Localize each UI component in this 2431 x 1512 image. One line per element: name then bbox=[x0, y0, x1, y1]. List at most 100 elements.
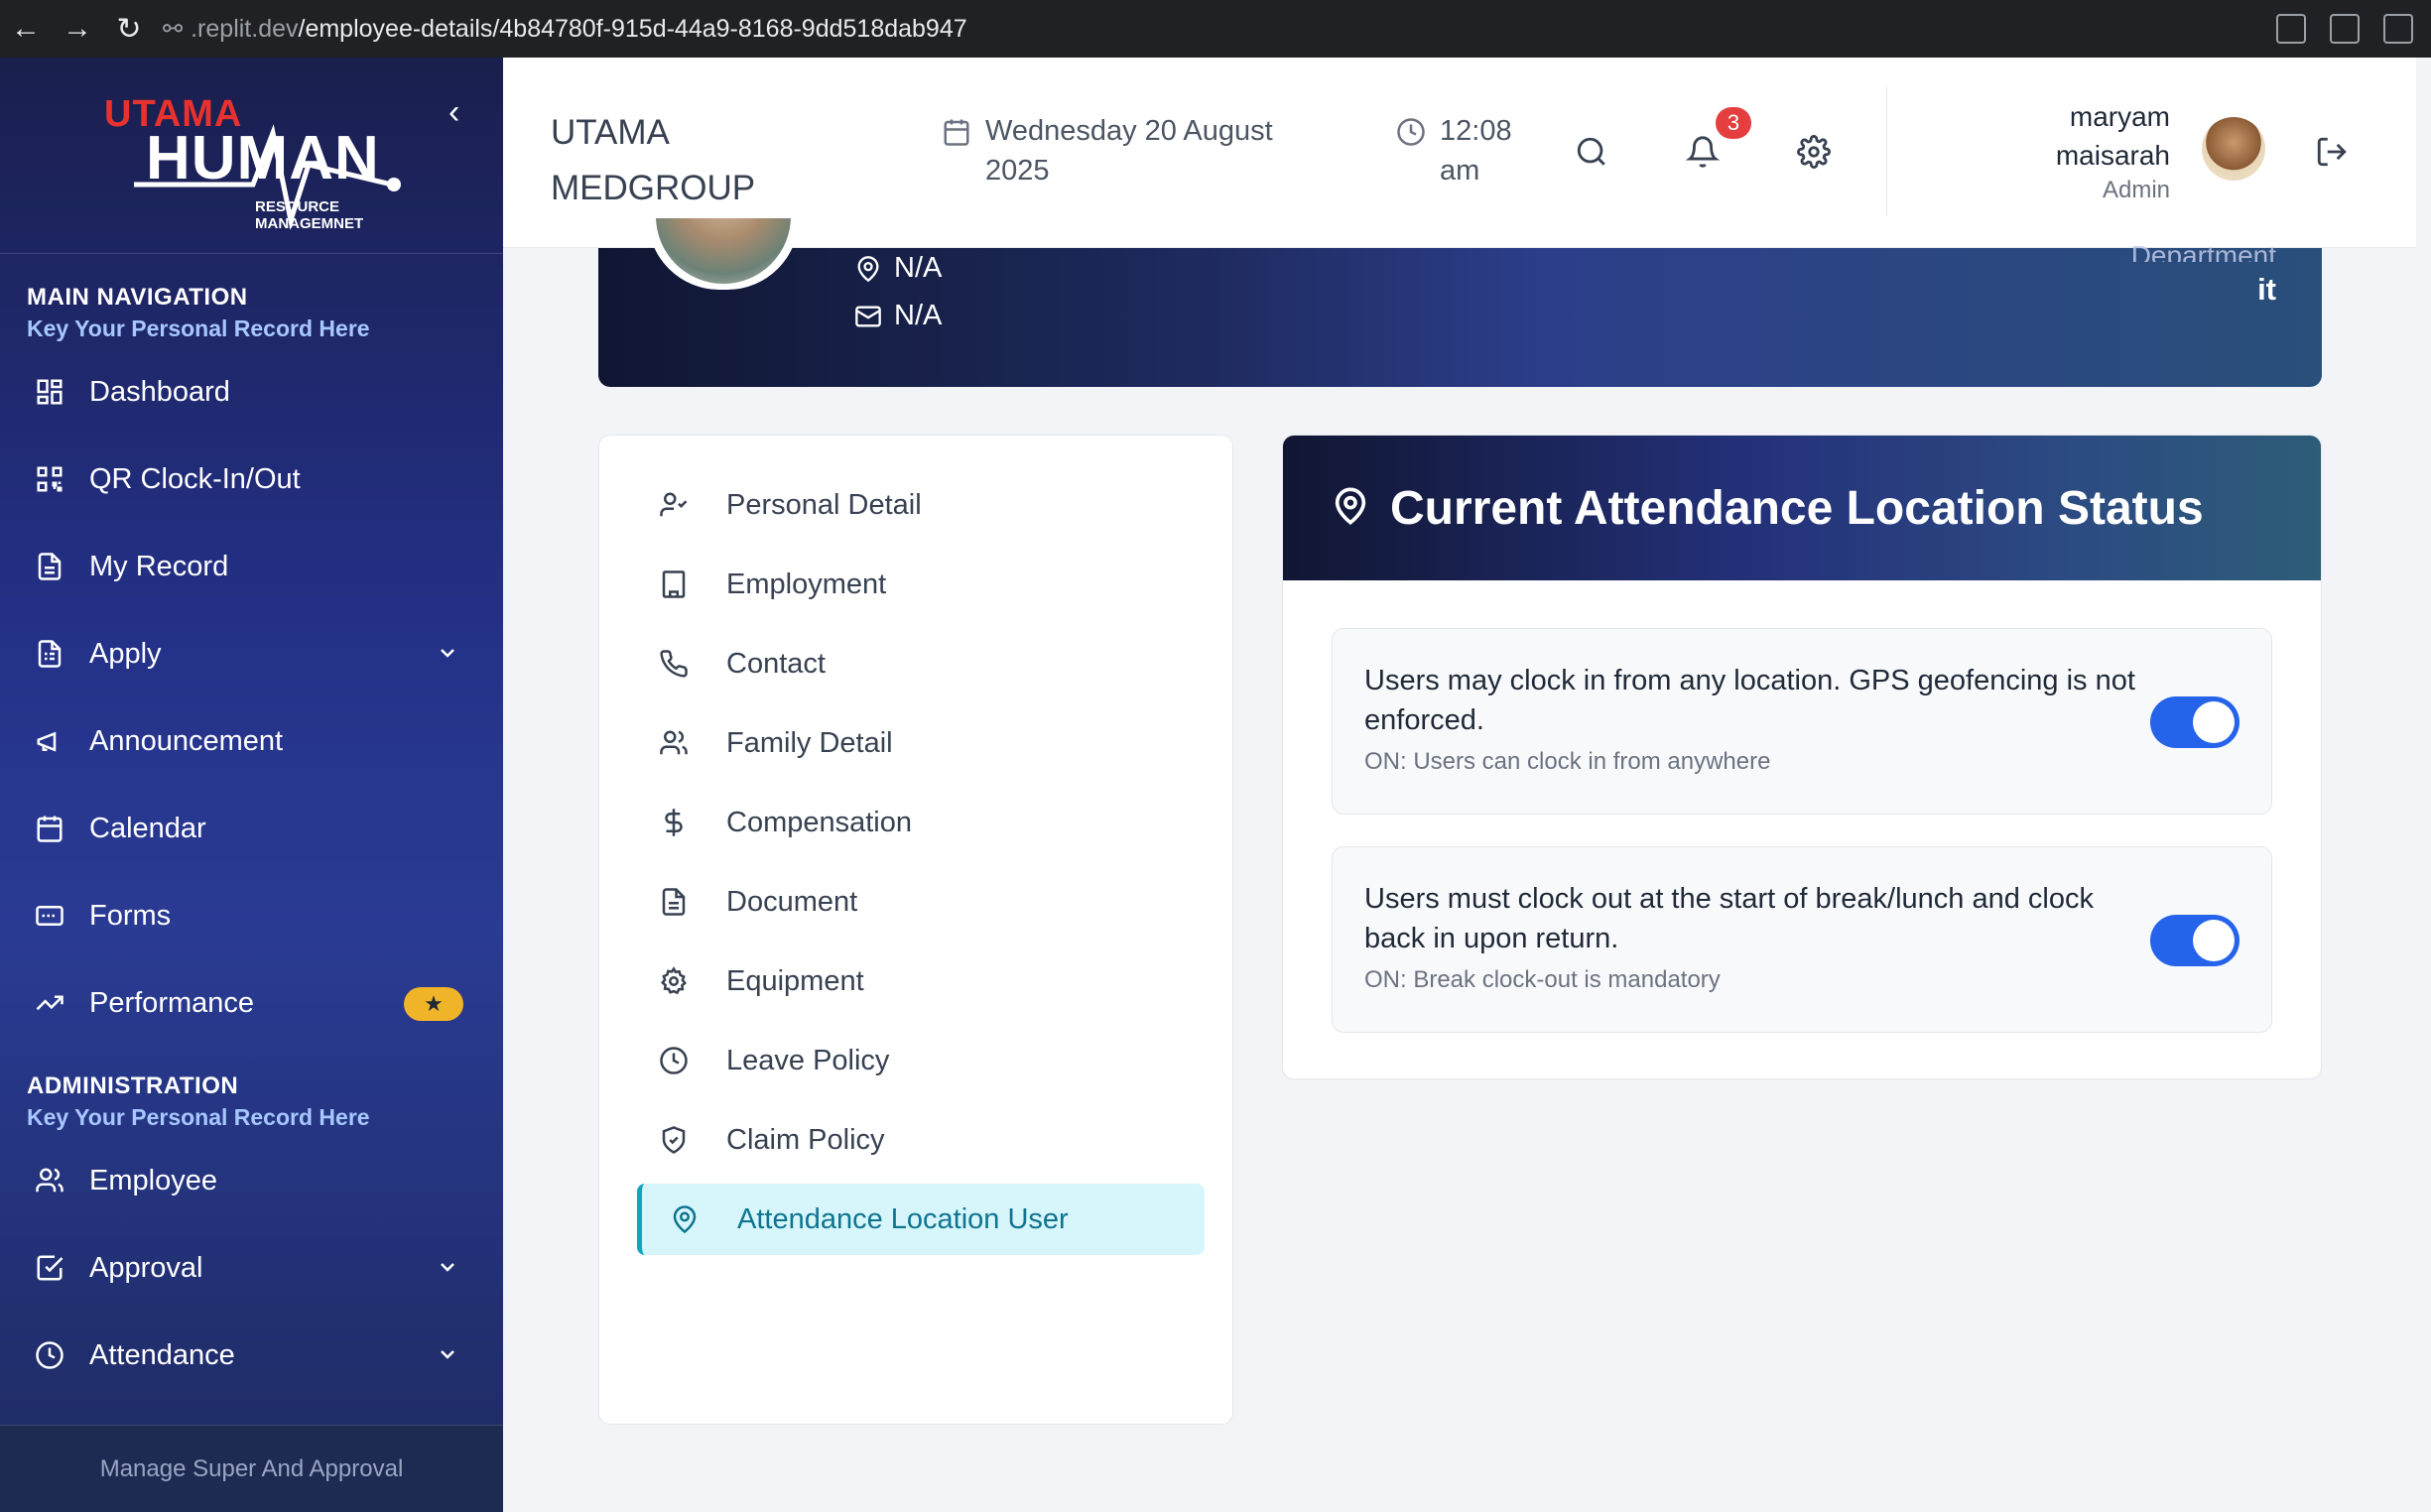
profile-email-text: N/A bbox=[894, 300, 943, 331]
sidebar-item-dashboard[interactable]: Dashboard bbox=[0, 348, 503, 436]
sidebar-item-label: Forms bbox=[89, 899, 172, 932]
tab-equipment[interactable]: Equipment bbox=[637, 945, 1205, 1017]
tab-document[interactable]: Document bbox=[637, 866, 1205, 938]
administration-subtitle: Key Your Personal Record Here bbox=[27, 1104, 370, 1130]
app-logo: UTAMA HUMAN RESOURCE MANAGEMNET bbox=[104, 93, 432, 232]
link-icon: ⚯ bbox=[163, 15, 184, 43]
notification-badge: 3 bbox=[1716, 107, 1751, 139]
building-icon bbox=[657, 567, 691, 601]
profile-location: N/A bbox=[854, 252, 942, 285]
main-navigation-title: MAIN NAVIGATION bbox=[27, 284, 248, 311]
sidebar-item-calendar[interactable]: Calendar bbox=[0, 785, 503, 872]
gear-icon[interactable] bbox=[1797, 135, 1831, 174]
chevron-down-icon bbox=[436, 1254, 459, 1287]
users-icon bbox=[34, 1165, 65, 1197]
sidebar-item-approval[interactable]: Approval bbox=[0, 1224, 503, 1312]
forward-icon[interactable]: → bbox=[52, 0, 103, 58]
tab-employment[interactable]: Employment bbox=[637, 549, 1205, 620]
bell-icon[interactable] bbox=[1685, 135, 1721, 174]
tab-leave-policy[interactable]: Leave Policy bbox=[637, 1025, 1205, 1096]
company-name: UTAMA MEDGROUP bbox=[551, 113, 756, 207]
sidebar-footer[interactable]: Manage Super And Approval bbox=[0, 1425, 503, 1512]
detail-tabs: Personal Detail Employment Contact Famil… bbox=[598, 435, 1233, 1425]
trend-icon bbox=[34, 987, 65, 1019]
tab-label: Personal Detail bbox=[726, 488, 922, 521]
break-clockout-toggle[interactable] bbox=[2150, 915, 2239, 966]
toggle-knob bbox=[2193, 701, 2235, 743]
sidebar-item-apply[interactable]: Apply bbox=[0, 610, 503, 697]
sidebar-item-label: Performance bbox=[89, 986, 255, 1019]
open-external-icon[interactable] bbox=[2383, 14, 2413, 44]
address-bar[interactable]: ⚯ .replit.dev/employee-details/4b84780f-… bbox=[163, 15, 967, 44]
dashboard-icon bbox=[34, 376, 65, 408]
geofencing-toggle[interactable] bbox=[2150, 696, 2239, 748]
mail-icon bbox=[854, 303, 882, 330]
option-description: Users must clock out at the start of bre… bbox=[1364, 883, 2094, 954]
calendar-icon bbox=[34, 813, 65, 844]
department-label: Department bbox=[2130, 240, 2276, 262]
sidebar-item-qr-clock[interactable]: QR Clock-In/Out bbox=[0, 436, 503, 523]
tab-label: Attendance Location User bbox=[737, 1202, 1069, 1235]
chevron-down-icon bbox=[436, 640, 459, 673]
star-badge: ★ bbox=[404, 987, 463, 1021]
megaphone-icon bbox=[34, 725, 65, 757]
sidebar-item-attendance[interactable]: Attendance bbox=[0, 1312, 503, 1399]
user-role: Admin bbox=[2102, 177, 2170, 203]
sidebar: UTAMA HUMAN RESOURCE MANAGEMNET ‹ MAIN N… bbox=[0, 58, 503, 1512]
profile-avatar bbox=[648, 218, 799, 290]
administration-title: ADMINISTRATION bbox=[27, 1072, 239, 1099]
logo-tagline: RESOURCE MANAGEMNET bbox=[255, 198, 364, 232]
break-clockout-option: Users must clock out at the start of bre… bbox=[1332, 846, 2272, 1033]
collapse-sidebar-button[interactable]: ‹ bbox=[448, 93, 459, 132]
sidebar-item-announcement[interactable]: Announcement bbox=[0, 697, 503, 785]
url-path: /employee-details/4b84780f-915d-44a9-816… bbox=[298, 14, 967, 43]
tab-claim-policy[interactable]: Claim Policy bbox=[637, 1104, 1205, 1176]
main-navigation-subtitle: Key Your Personal Record Here bbox=[27, 315, 370, 341]
current-date: Wednesday 20 August 2025 bbox=[942, 111, 1303, 190]
time-text: 12:08 am bbox=[1440, 115, 1512, 187]
logo-area: UTAMA HUMAN RESOURCE MANAGEMNET ‹ bbox=[0, 58, 503, 254]
sidebar-item-label: My Record bbox=[89, 550, 229, 582]
user-check-icon bbox=[657, 488, 691, 522]
qr-icon bbox=[34, 463, 65, 495]
clock-icon bbox=[657, 1044, 691, 1077]
back-icon[interactable]: ← bbox=[0, 0, 52, 58]
option-description: Users may clock in from any location. GP… bbox=[1364, 665, 2135, 736]
sidebar-item-label: Calendar bbox=[89, 812, 206, 844]
map-pin-icon bbox=[668, 1202, 702, 1236]
wrench-icon[interactable] bbox=[2330, 14, 2360, 44]
logout-icon[interactable] bbox=[2315, 135, 2349, 174]
sidebar-item-label: Attendance bbox=[89, 1338, 235, 1371]
profile-banner: N/A N/A Department it bbox=[598, 218, 2322, 387]
sidebar-item-performance[interactable]: Performance ★ bbox=[0, 959, 503, 1047]
gear-icon bbox=[657, 964, 691, 998]
check-square-icon bbox=[34, 1252, 65, 1284]
tab-family-detail[interactable]: Family Detail bbox=[637, 707, 1205, 779]
document-icon bbox=[657, 885, 691, 919]
sidebar-item-my-record[interactable]: My Record bbox=[0, 523, 503, 610]
sidebar-item-forms[interactable]: Forms bbox=[0, 872, 503, 959]
geofencing-option: Users may clock in from any location. GP… bbox=[1332, 628, 2272, 815]
search-icon[interactable] bbox=[1575, 135, 1608, 174]
tab-compensation[interactable]: Compensation bbox=[637, 787, 1205, 858]
avatar[interactable] bbox=[2202, 117, 2265, 181]
tab-personal-detail[interactable]: Personal Detail bbox=[637, 469, 1205, 541]
attendance-location-status-card: Current Attendance Location Status Users… bbox=[1282, 435, 2322, 1079]
map-pin-icon bbox=[854, 255, 882, 283]
profile-location-text: N/A bbox=[894, 252, 943, 284]
sidebar-item-employee[interactable]: Employee bbox=[0, 1137, 503, 1224]
status-card-header: Current Attendance Location Status bbox=[1283, 436, 2321, 580]
tab-contact[interactable]: Contact bbox=[637, 628, 1205, 699]
tab-attendance-location-user[interactable]: Attendance Location User bbox=[637, 1184, 1205, 1255]
sidebar-item-label: Dashboard bbox=[89, 375, 230, 408]
device-toolbar-icon[interactable] bbox=[2276, 14, 2306, 44]
date-text: Wednesday 20 August 2025 bbox=[985, 115, 1273, 187]
sidebar-item-label: Employee bbox=[89, 1164, 217, 1197]
tab-label: Contact bbox=[726, 647, 826, 680]
profile-email: N/A bbox=[854, 300, 942, 332]
status-card-title: Current Attendance Location Status bbox=[1390, 481, 2204, 535]
header-divider bbox=[1886, 87, 1887, 216]
current-time: 12:08 am bbox=[1396, 111, 1529, 190]
option-status: ON: Users can clock in from anywhere bbox=[1364, 748, 1771, 775]
reload-icon[interactable]: ↻ bbox=[103, 0, 155, 58]
